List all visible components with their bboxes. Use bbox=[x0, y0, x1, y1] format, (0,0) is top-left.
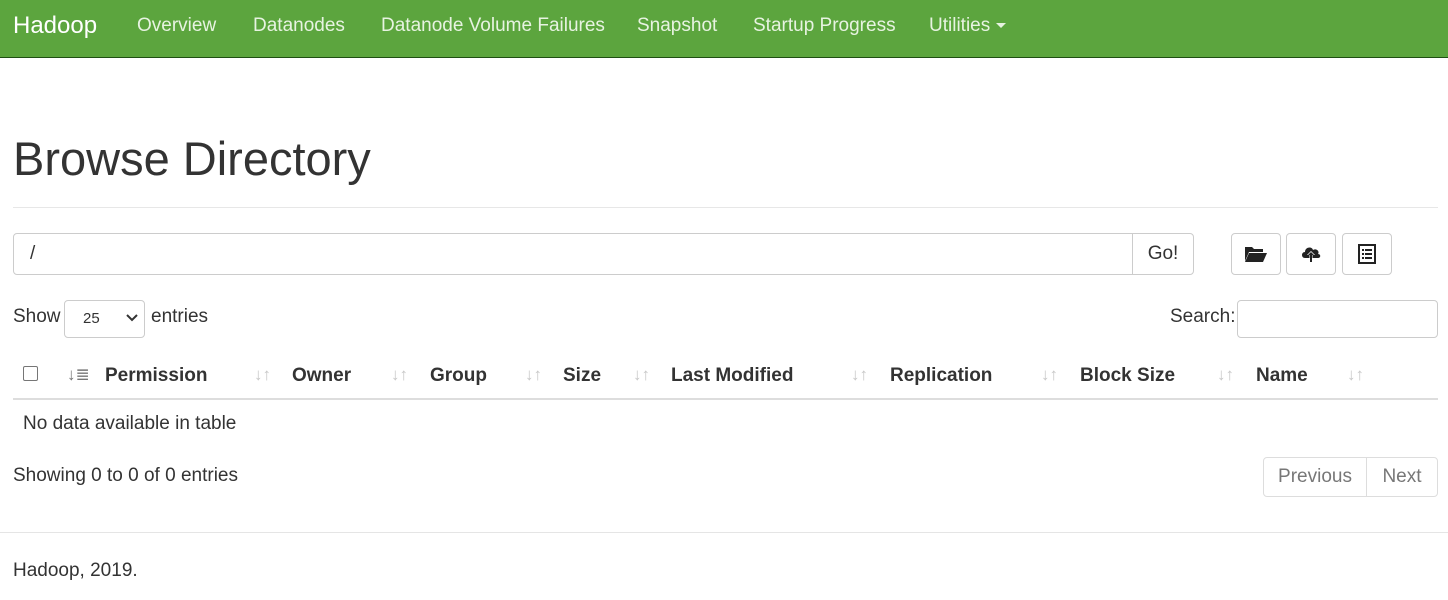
nav-overview[interactable]: Overview bbox=[137, 14, 216, 38]
column-header-permission[interactable]: Permission bbox=[105, 364, 207, 388]
list-alt-icon bbox=[1358, 244, 1376, 264]
column-header-name[interactable]: Name bbox=[1256, 364, 1308, 388]
top-navbar: Hadoop Overview Datanodes Datanode Volum… bbox=[0, 0, 1448, 58]
table-header-divider bbox=[13, 398, 1438, 400]
cut-paste-button[interactable] bbox=[1342, 233, 1392, 275]
search-label: Search: bbox=[1170, 306, 1236, 327]
sort-icon[interactable]: ↓↑ bbox=[1347, 364, 1364, 386]
nav-utilities-label: Utilities bbox=[929, 15, 991, 36]
nav-utilities-dropdown[interactable]: Utilities bbox=[929, 14, 1007, 38]
footer-divider bbox=[0, 532, 1448, 533]
column-header-replication[interactable]: Replication bbox=[890, 364, 992, 388]
sort-icon[interactable]: ↓↑ bbox=[633, 364, 650, 386]
upload-files-button[interactable] bbox=[1286, 233, 1336, 275]
sort-ascending-icon[interactable]: ↓≣ bbox=[67, 364, 90, 386]
nav-datanode-volume-failures[interactable]: Datanode Volume Failures bbox=[381, 14, 605, 38]
sort-icon[interactable]: ↓↑ bbox=[525, 364, 542, 386]
column-header-block-size[interactable]: Block Size bbox=[1080, 364, 1175, 388]
entries-label: entries bbox=[151, 306, 209, 327]
select-all-checkbox[interactable] bbox=[23, 366, 38, 381]
page-size-select[interactable]: 25 bbox=[64, 300, 145, 338]
folder-open-icon bbox=[1245, 247, 1267, 262]
column-header-size[interactable]: Size bbox=[563, 364, 601, 388]
column-header-group[interactable]: Group bbox=[430, 364, 487, 388]
page-title: Browse Directory bbox=[13, 132, 371, 185]
caret-down-icon bbox=[996, 23, 1007, 29]
table-info: Showing 0 to 0 of 0 entries bbox=[13, 465, 238, 486]
cloud-upload-icon bbox=[1302, 247, 1321, 262]
footer-text: Hadoop, 2019. bbox=[13, 560, 138, 581]
next-page-button[interactable]: Next bbox=[1366, 457, 1438, 497]
sort-icon[interactable]: ↓↑ bbox=[254, 364, 271, 386]
directory-path-input[interactable]: / bbox=[13, 233, 1133, 275]
header-divider bbox=[13, 207, 1438, 208]
column-header-owner[interactable]: Owner bbox=[292, 364, 351, 388]
table-empty-message: No data available in table bbox=[23, 413, 237, 434]
show-label: Show bbox=[13, 306, 61, 327]
sort-icon[interactable]: ↓↑ bbox=[391, 364, 408, 386]
page-size-value: 25 bbox=[83, 310, 100, 327]
previous-page-button[interactable]: Previous bbox=[1263, 457, 1367, 497]
sort-icon[interactable]: ↓↑ bbox=[1041, 364, 1058, 386]
column-header-last-modified[interactable]: Last Modified bbox=[671, 364, 793, 388]
sort-icon[interactable]: ↓↑ bbox=[851, 364, 868, 386]
nav-snapshot[interactable]: Snapshot bbox=[637, 14, 717, 38]
go-button[interactable]: Go! bbox=[1132, 233, 1194, 275]
sort-icon[interactable]: ↓↑ bbox=[1217, 364, 1234, 386]
brand-link[interactable]: Hadoop bbox=[13, 12, 97, 40]
create-directory-button[interactable] bbox=[1231, 233, 1281, 275]
chevron-down-icon bbox=[126, 314, 138, 322]
nav-datanodes[interactable]: Datanodes bbox=[253, 14, 345, 38]
search-input[interactable] bbox=[1237, 300, 1438, 338]
nav-startup-progress[interactable]: Startup Progress bbox=[753, 14, 896, 38]
